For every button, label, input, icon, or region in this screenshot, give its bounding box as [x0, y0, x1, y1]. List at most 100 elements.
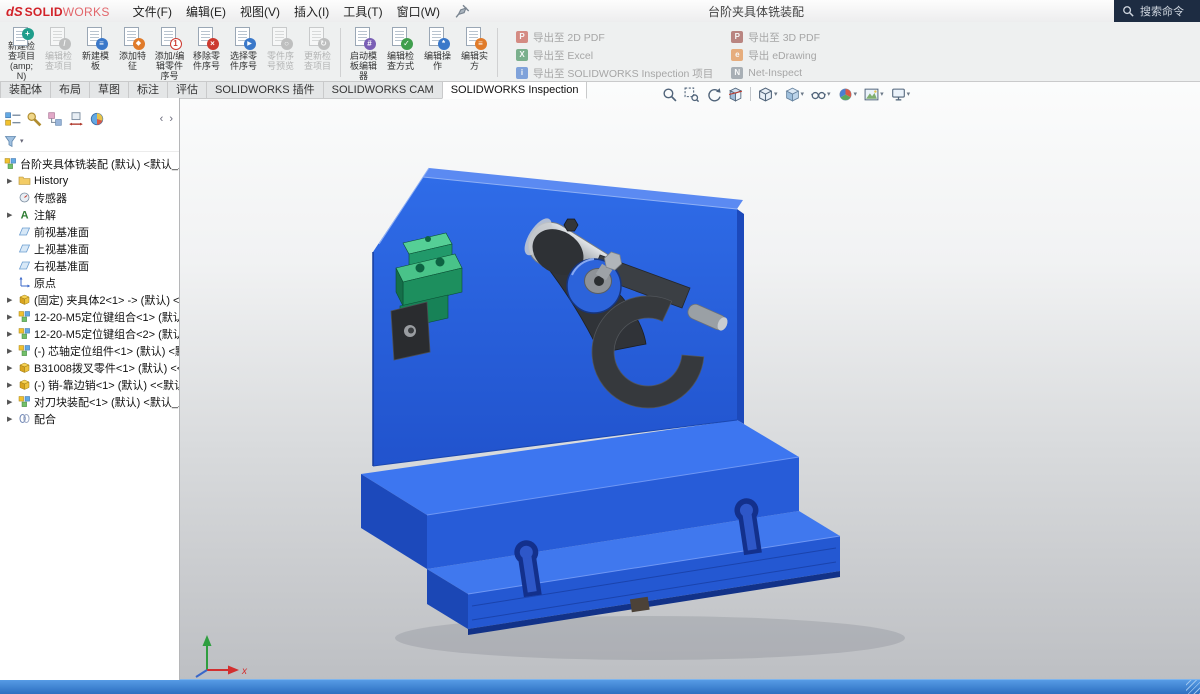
expand-arrow-icon[interactable]: ▶	[7, 330, 15, 338]
property-manager-tab-icon[interactable]	[25, 111, 43, 127]
export-3d-pdf-icon	[731, 31, 744, 43]
expand-arrow-icon[interactable]: ▶	[7, 177, 15, 185]
previous-view-icon	[706, 87, 721, 102]
dimxpert-manager-tab-icon[interactable]	[67, 111, 85, 127]
expand-arrow-icon[interactable]: ▶	[7, 415, 15, 423]
menu-tools[interactable]: 工具(T)	[336, 1, 389, 22]
tab-sketch[interactable]: 草图	[89, 82, 129, 99]
tree-item-tool-block-assembly[interactable]: ▶ 对刀块装配<1> (默认) <默认_显示	[0, 393, 179, 410]
export-inspection-project-button: 导出至 SOLIDWORKS Inspection 项目	[508, 64, 721, 82]
edit-methods-button[interactable]: 编辑实方	[456, 24, 493, 81]
select-balloon-button[interactable]: 选择零件序号	[225, 24, 262, 81]
pin-menubar-icon[interactable]	[455, 3, 471, 19]
view-orientation-icon	[758, 87, 773, 102]
filter-funnel-icon	[4, 135, 17, 148]
add-edit-balloon-button[interactable]: 添加/编辑零件序号	[151, 24, 188, 81]
plane-icon	[18, 259, 31, 272]
add-edit-balloon-icon	[158, 26, 182, 50]
add-feature-button[interactable]: 添加特征	[114, 24, 151, 81]
tree-item-right-plane[interactable]: 右视基准面	[0, 257, 179, 274]
tree-item-fork-part[interactable]: ▶ B31008拨叉零件<1> (默认) <<默	[0, 359, 179, 376]
hud-edit-appearance-button[interactable]: ▾	[838, 87, 858, 102]
menu-window[interactable]: 窗口(W)	[390, 1, 447, 22]
launch-template-editor-button[interactable]: 启动模板编辑器	[345, 24, 382, 81]
tree-item-label: (固定) 夹具体2<1> -> (默认) <<默	[34, 294, 179, 307]
hud-previous-view-button[interactable]	[706, 87, 721, 102]
menu-file[interactable]: 文件(F)	[126, 1, 179, 22]
tab-solidworks-inspection[interactable]: SOLIDWORKS Inspection	[441, 82, 588, 99]
expand-arrow-icon[interactable]: ▶	[7, 296, 15, 304]
chevron-down-icon: ▾	[774, 91, 778, 98]
tree-item-history[interactable]: ▶ History	[0, 172, 179, 189]
expand-arrow-icon[interactable]: ▶	[7, 364, 15, 372]
hud-display-style-button[interactable]: ▾	[785, 87, 805, 102]
tab-solidworks-addins[interactable]: SOLIDWORKS 插件	[206, 82, 324, 99]
command-search[interactable]: 搜索命令	[1114, 0, 1200, 22]
configuration-manager-tab-icon[interactable]	[46, 111, 64, 127]
new-template-button[interactable]: 新建模板	[77, 24, 114, 81]
remove-balloon-button[interactable]: 移除零件序号	[188, 24, 225, 81]
feature-manager-panel: ‹ › ▾ 台阶夹具体铣装配 (默认) <默认_显示状 ▶ History 传感器…	[0, 98, 180, 680]
export-excel-button: 导出至 Excel	[508, 46, 721, 64]
tab-evaluate[interactable]: 评估	[167, 82, 207, 99]
tree-item-locating-key-2[interactable]: ▶ 12-20-M5定位键组合<2> (默认) <	[0, 325, 179, 342]
chevron-down-icon: ▾	[853, 91, 858, 98]
tree-item-annotations[interactable]: ▶ 注解	[0, 206, 179, 223]
display-manager-tab-icon[interactable]	[88, 111, 106, 127]
tree-item-top-plane[interactable]: 上视基准面	[0, 240, 179, 257]
edit-operations-button[interactable]: 编辑操作	[419, 24, 456, 81]
command-manager-tabs: 装配体 布局 草图 标注 评估 SOLIDWORKS 插件 SOLIDWORKS…	[0, 82, 588, 99]
menu-edit[interactable]: 编辑(E)	[179, 1, 233, 22]
hud-hide-show-items-button[interactable]: ▾	[811, 87, 831, 102]
expand-arrow-icon[interactable]: ▶	[7, 381, 15, 389]
menu-insert[interactable]: 插入(I)	[287, 1, 336, 22]
resize-grip[interactable]	[1186, 680, 1200, 694]
chevron-right-icon[interactable]: ›	[169, 113, 173, 125]
hud-separator	[750, 87, 751, 101]
tree-item-origin[interactable]: 原点	[0, 274, 179, 291]
expand-arrow-icon[interactable]: ▶	[7, 211, 15, 219]
expand-arrow-icon[interactable]: ▶	[7, 313, 15, 321]
3d-model[interactable]: x	[180, 82, 1200, 680]
expand-arrow-icon[interactable]: ▶	[7, 398, 15, 406]
tree-item-pin-part[interactable]: ▶ (-) 销-靠边销<1> (默认) <<默认>_	[0, 376, 179, 393]
hud-view-orientation-button[interactable]: ▾	[758, 87, 778, 102]
tab-assembly[interactable]: 装配体	[0, 82, 51, 99]
tab-markup[interactable]: 标注	[128, 82, 168, 99]
update-inspection-project-button: 更新检查项目	[299, 24, 336, 81]
hud-apply-scene-button[interactable]: ▾	[864, 87, 884, 102]
ribbon-toolbar: 新建检查项目(amp;N) 编辑检查项目 新建模板 添加特征 添加/编辑零件序号…	[0, 22, 1200, 82]
menu-view[interactable]: 视图(V)	[233, 1, 287, 22]
tree-item-label: (-) 芯轴定位组件<1> (默认) <默认_	[34, 345, 179, 358]
tree-item-sensors[interactable]: 传感器	[0, 189, 179, 206]
assembly-icon	[4, 157, 17, 170]
plane-icon	[18, 225, 31, 238]
new-inspection-project-button[interactable]: 新建检查项目(amp;N)	[3, 24, 40, 81]
feature-manager-tab-icon[interactable]	[4, 111, 22, 127]
tree-item-front-plane[interactable]: 前视基准面	[0, 223, 179, 240]
tree-item-spindle-assembly[interactable]: ▶ (-) 芯轴定位组件<1> (默认) <默认_	[0, 342, 179, 359]
tab-solidworks-cam[interactable]: SOLIDWORKS CAM	[322, 82, 443, 99]
tree-item-root-assembly[interactable]: 台阶夹具体铣装配 (默认) <默认_显示状	[0, 155, 179, 172]
chevron-down-icon: ▾	[800, 91, 805, 98]
mates-icon	[18, 412, 31, 425]
heads-up-view-toolbar: ▾ ▾ ▾ ▾ ▾ ▾	[662, 85, 910, 103]
edit-characteristics-button[interactable]: 编辑检查方式	[382, 24, 419, 81]
tree-filter-bar[interactable]: ▾	[0, 131, 179, 152]
remove-balloon-icon	[195, 26, 219, 50]
hud-zoom-area-button[interactable]	[684, 87, 699, 102]
tree-item-fixture-body[interactable]: ▶ (固定) 夹具体2<1> -> (默认) <<默	[0, 291, 179, 308]
tree-item-label: 12-20-M5定位键组合<2> (默认) <	[34, 328, 179, 341]
tab-layout[interactable]: 布局	[50, 82, 90, 99]
graphics-viewport[interactable]: x ▾ ▾ ▾ ▾ ▾ ▾	[180, 82, 1200, 680]
expand-arrow-icon[interactable]: ▶	[7, 347, 15, 355]
hud-view-settings-button[interactable]: ▾	[891, 87, 910, 102]
chevron-left-icon[interactable]: ‹	[160, 113, 164, 125]
corner-bracket-black[interactable]	[390, 301, 431, 361]
tree-item-locating-key-1[interactable]: ▶ 12-20-M5定位键组合<1> (默认) <	[0, 308, 179, 325]
tree-item-mates[interactable]: ▶ 配合	[0, 410, 179, 427]
hud-section-view-button[interactable]	[728, 87, 743, 102]
hud-zoom-fit-button[interactable]	[662, 87, 677, 102]
edit-inspection-project-icon	[47, 26, 71, 50]
net-inspect-icon	[731, 67, 744, 79]
